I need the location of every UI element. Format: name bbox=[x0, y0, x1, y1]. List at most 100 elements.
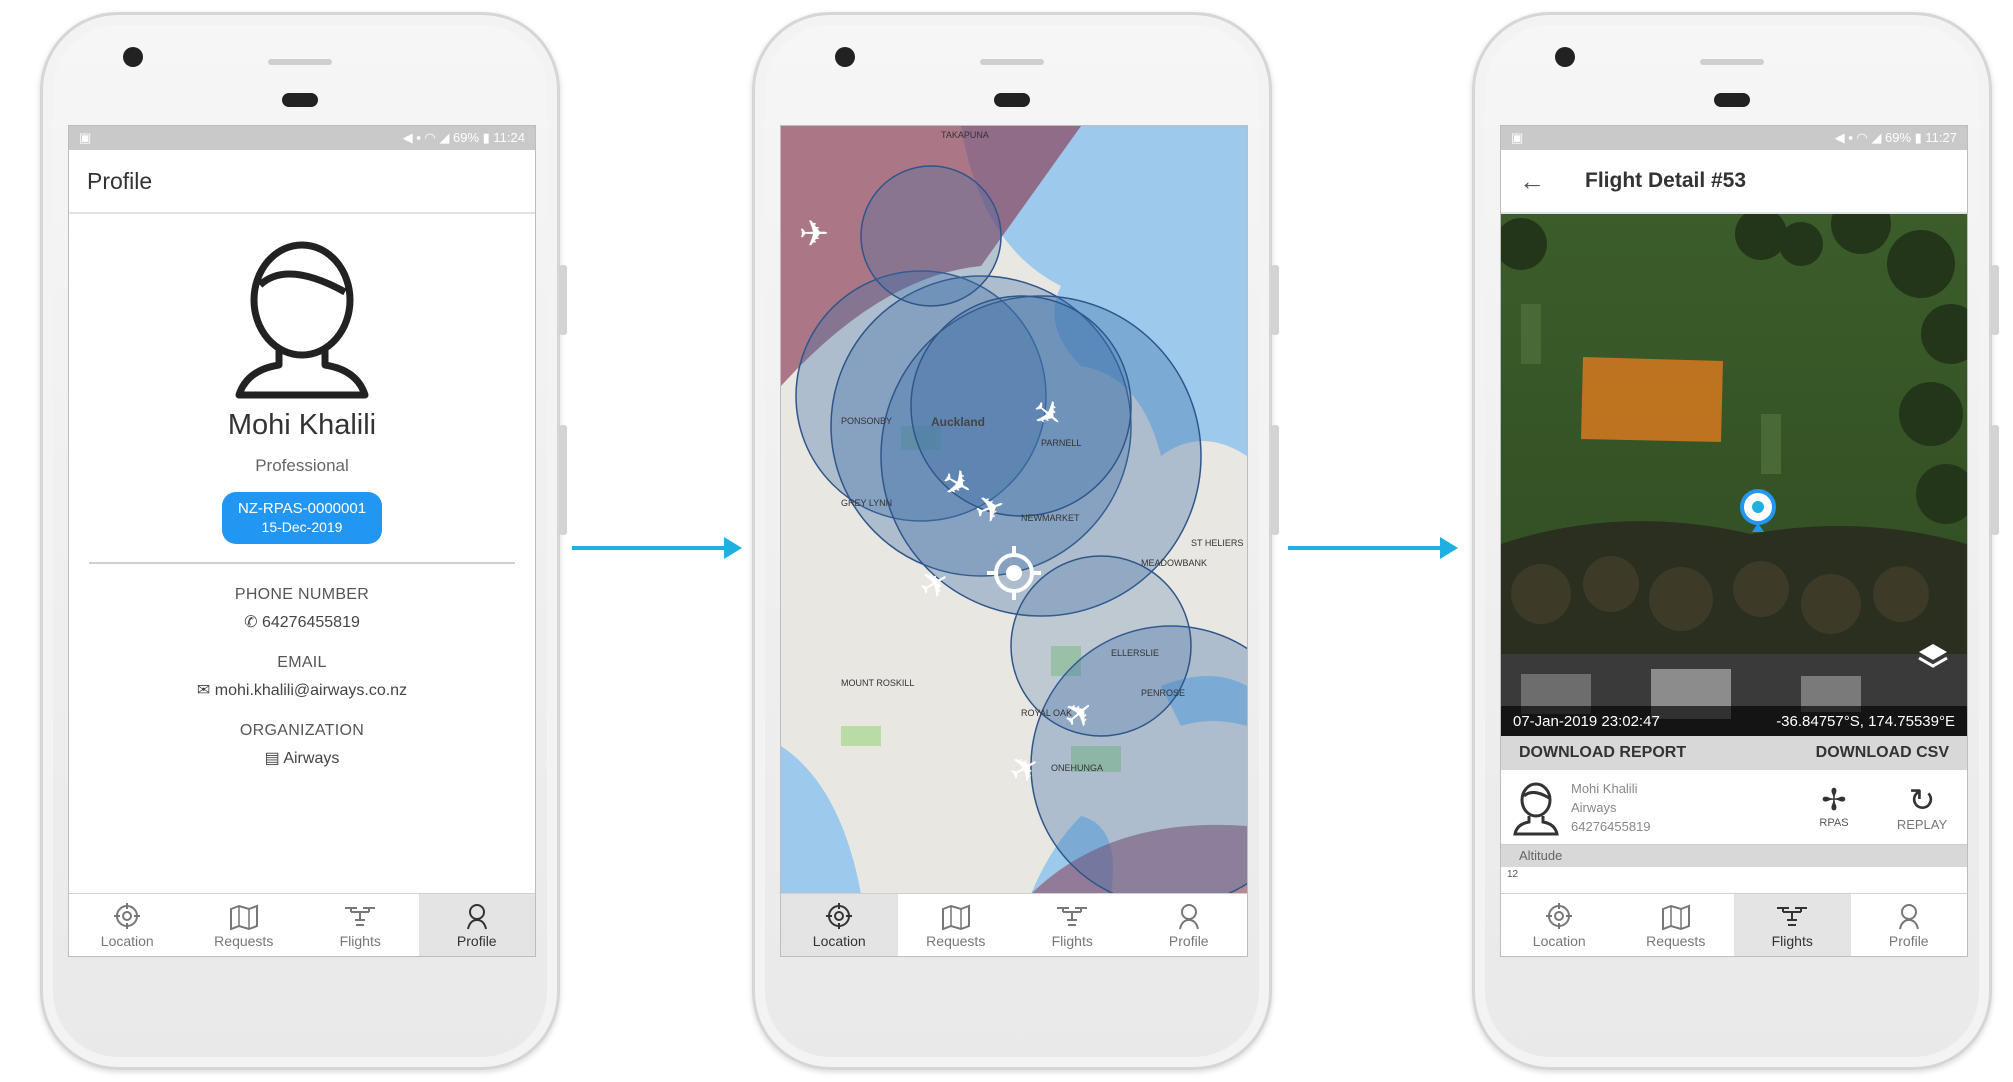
profile-body: Mohi Khalili Professional NZ-RPAS-000000… bbox=[69, 216, 535, 894]
bottom-nav: Location Requests Flights Profile bbox=[781, 893, 1247, 956]
nav-location[interactable]: Location bbox=[69, 894, 186, 956]
airspace-map[interactable]: Auckland PARNELL NEWMARKET GREY LYNN PON… bbox=[781, 126, 1247, 894]
nav-requests[interactable]: Requests bbox=[898, 894, 1015, 956]
satellite-map[interactable]: 07-Jan-2019 23:02:47 -36.84757°S, 174.75… bbox=[1501, 214, 1967, 736]
gallery-icon: ▣ bbox=[1511, 130, 1524, 145]
phone-label: PHONE NUMBER bbox=[234, 586, 370, 603]
license-id: NZ-RPAS-0000001 bbox=[237, 500, 367, 517]
pilot-org: Airways bbox=[1571, 799, 1617, 815]
mail-icon: ✉ bbox=[196, 682, 211, 699]
map-info-strip: 07-Jan-2019 23:02:47 -36.84757°S, 174.75… bbox=[1501, 706, 1967, 736]
bottom-nav: Location Requests Flights Profile bbox=[1501, 893, 1967, 956]
status-indicators: ◀ ▪ ◠ ◢ 69% ▮ 11:24 bbox=[402, 130, 525, 145]
nav-flights[interactable]: Flights bbox=[1734, 894, 1851, 956]
avatar bbox=[69, 230, 535, 405]
drone-icon bbox=[345, 907, 376, 926]
org-value: ▤ Airways bbox=[264, 750, 340, 767]
svg-text:MEADOWBANK: MEADOWBANK bbox=[1141, 558, 1207, 568]
download-report-button[interactable]: DOWNLOAD REPORT bbox=[1519, 744, 1686, 762]
license-date: 15-Dec-2019 bbox=[261, 519, 343, 535]
app-bar: Profile bbox=[69, 150, 535, 214]
user-role: Professional bbox=[255, 456, 349, 475]
pilot-avatar-icon bbox=[1513, 782, 1559, 836]
profile-screen: ▣ ◀ ▪ ◠ ◢ 69% ▮ 11:24 Profile Mohi Khali… bbox=[68, 125, 536, 957]
drone-icon bbox=[1057, 907, 1088, 926]
pilot-phone: 64276455819 bbox=[1571, 818, 1651, 834]
phone-icon: ✆ bbox=[244, 614, 258, 631]
svg-text:✈: ✈ bbox=[799, 214, 829, 255]
nav-flights[interactable]: Flights bbox=[302, 894, 419, 956]
nav-location[interactable]: Location bbox=[1501, 894, 1618, 956]
org-label: ORGANIZATION bbox=[239, 722, 365, 739]
nav-flights[interactable]: Flights bbox=[1014, 894, 1131, 956]
map-screen: Auckland PARNELL NEWMARKET GREY LYNN PON… bbox=[780, 125, 1248, 957]
phone-profile: ▣ ◀ ▪ ◠ ◢ 69% ▮ 11:24 Profile Mohi Khali… bbox=[40, 12, 567, 1070]
user-avatar-icon bbox=[235, 241, 369, 399]
power-button bbox=[1271, 425, 1279, 535]
phone-value[interactable]: ✆ 64276455819 bbox=[69, 612, 535, 632]
flow-arrow bbox=[1288, 537, 1458, 559]
location-target-icon bbox=[826, 903, 853, 929]
svg-text:ELLERSLIE: ELLERSLIE bbox=[1111, 648, 1159, 658]
pilot-name: Mohi Khalili bbox=[1571, 780, 1638, 796]
svg-text:GREY LYNN: GREY LYNN bbox=[841, 498, 892, 508]
svg-text:Auckland: Auckland bbox=[931, 415, 985, 429]
nav-profile[interactable]: Profile bbox=[1131, 894, 1248, 956]
phone-flight-detail: ▣ ◀ ▪ ◠ ◢ 69% ▮ 11:27 ← Flight Detail #5… bbox=[1472, 12, 1999, 1070]
rpas-button[interactable]: ✢ RPAS bbox=[1799, 784, 1869, 830]
download-csv-button[interactable]: DOWNLOAD CSV bbox=[1816, 744, 1949, 762]
person-icon bbox=[1178, 904, 1199, 930]
map-request-icon bbox=[941, 904, 970, 931]
svg-text:NEWMARKET: NEWMARKET bbox=[1021, 513, 1080, 523]
nav-profile[interactable]: Profile bbox=[1851, 894, 1968, 956]
status-bar: ▣ ◀ ▪ ◠ ◢ 69% ▮ 11:27 bbox=[1501, 126, 1967, 150]
volume-button bbox=[1991, 265, 1999, 335]
flight-info-panel: DOWNLOAD REPORT DOWNLOAD CSV Mohi Khalil… bbox=[1501, 736, 1967, 883]
earpiece-speaker bbox=[980, 59, 1044, 65]
gallery-icon: ▣ bbox=[79, 130, 92, 145]
page-title: Profile bbox=[87, 167, 153, 194]
front-camera bbox=[123, 47, 143, 67]
rpas-drone-icon: ✢ bbox=[1821, 784, 1847, 817]
flight-detail-screen: ▣ ◀ ▪ ◠ ◢ 69% ▮ 11:27 ← Flight Detail #5… bbox=[1500, 125, 1968, 957]
svg-text:TAKAPUNA: TAKAPUNA bbox=[941, 130, 989, 140]
volume-button bbox=[559, 265, 567, 335]
flight-coordinates: -36.84757°S, 174.75539°E bbox=[1776, 712, 1955, 730]
proximity-sensor bbox=[994, 93, 1030, 107]
download-row: DOWNLOAD REPORT DOWNLOAD CSV bbox=[1501, 736, 1967, 770]
location-target-icon bbox=[1546, 903, 1573, 929]
drone-icon bbox=[1777, 907, 1808, 926]
app-bar: ← Flight Detail #53 bbox=[1501, 150, 1967, 214]
flight-timestamp: 07-Jan-2019 23:02:47 bbox=[1513, 712, 1660, 730]
briefcase-icon: ▤ bbox=[264, 750, 280, 767]
flight-area bbox=[1581, 357, 1723, 442]
replay-icon: ↻ bbox=[1908, 781, 1936, 818]
nav-location[interactable]: Location bbox=[781, 894, 898, 956]
altitude-tick: 12 bbox=[1507, 869, 1519, 880]
phone-map: Auckland PARNELL NEWMARKET GREY LYNN PON… bbox=[752, 12, 1279, 1070]
person-icon bbox=[1898, 904, 1919, 930]
nav-profile[interactable]: Profile bbox=[418, 894, 535, 956]
pilot-details: Mohi Khalili Airways 64276455819 bbox=[1571, 779, 1799, 836]
back-arrow-icon[interactable]: ← bbox=[1519, 166, 1545, 197]
nav-requests[interactable]: Requests bbox=[186, 894, 303, 956]
svg-text:ONEHUNGA: ONEHUNGA bbox=[1051, 763, 1103, 773]
license-badge[interactable]: NZ-RPAS-0000001 15-Dec-2019 bbox=[221, 492, 383, 544]
user-name: Mohi Khalili bbox=[227, 409, 377, 441]
divider bbox=[89, 562, 515, 564]
nav-requests[interactable]: Requests bbox=[1618, 894, 1735, 956]
page-title: Flight Detail #53 bbox=[1585, 169, 1747, 192]
power-button bbox=[1991, 425, 1999, 535]
svg-text:PONSONBY: PONSONBY bbox=[841, 416, 892, 426]
map-request-icon bbox=[229, 904, 258, 931]
satellite-imagery bbox=[1501, 214, 1967, 736]
bottom-nav: Location Requests Flights Profile bbox=[69, 893, 535, 956]
replay-button[interactable]: ↻ REPLAY bbox=[1887, 783, 1957, 832]
pilot-row: Mohi Khalili Airways 64276455819 ✢ RPAS … bbox=[1501, 770, 1967, 845]
front-camera bbox=[835, 47, 855, 67]
status-indicators: ◀ ▪ ◠ ◢ 69% ▮ 11:27 bbox=[1834, 130, 1957, 145]
front-camera bbox=[1555, 47, 1575, 67]
flow-arrow bbox=[572, 537, 742, 559]
email-value[interactable]: ✉ mohi.khalili@airways.co.nz bbox=[69, 680, 535, 700]
svg-text:ST HELIERS: ST HELIERS bbox=[1191, 538, 1243, 548]
